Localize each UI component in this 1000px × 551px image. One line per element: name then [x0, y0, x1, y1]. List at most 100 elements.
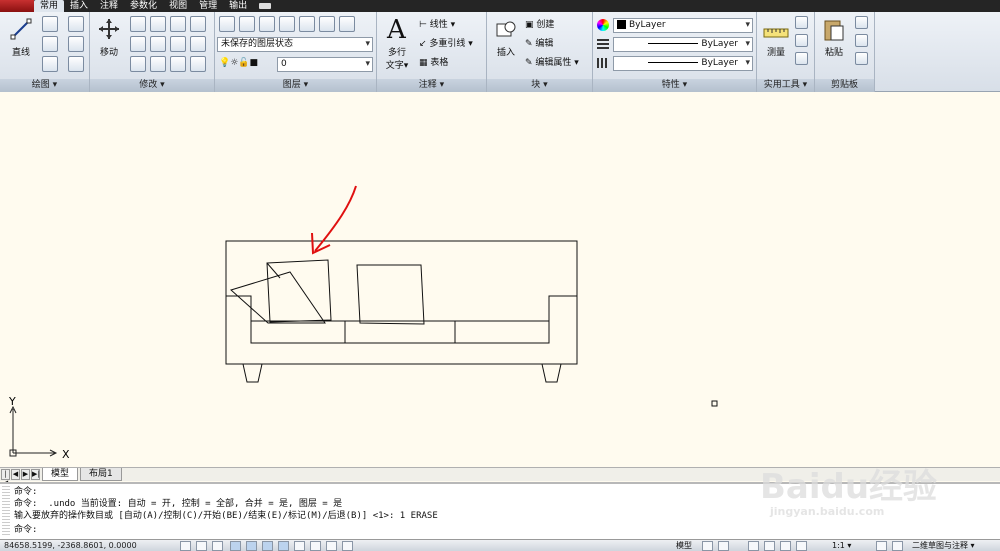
- tab-output[interactable]: 输出: [223, 0, 253, 12]
- paste-icon[interactable]: [823, 18, 845, 42]
- prev-tab-button[interactable]: ◀: [11, 469, 20, 480]
- match-properties-icon[interactable]: [855, 52, 868, 65]
- command-window-grip[interactable]: [2, 486, 10, 536]
- mtext-icon[interactable]: A: [387, 15, 406, 45]
- annotation-scale[interactable]: 1:1 ▾: [832, 540, 851, 551]
- arc-icon[interactable]: [42, 56, 58, 72]
- calculator-icon[interactable]: [795, 52, 808, 65]
- ribbon-minimize-icon[interactable]: [259, 3, 272, 9]
- tab-layout1[interactable]: 布局1: [80, 468, 122, 481]
- panel-annotation-title[interactable]: 注释 ▾: [377, 79, 486, 92]
- mirror-icon[interactable]: [130, 36, 146, 52]
- array-icon[interactable]: [170, 56, 186, 72]
- model-space-label[interactable]: 模型: [676, 540, 692, 551]
- tab-insert[interactable]: 插入: [64, 0, 94, 12]
- copy-icon[interactable]: [130, 16, 146, 32]
- object-snap-toggle[interactable]: [262, 541, 273, 551]
- tab-parametric[interactable]: 参数化: [124, 0, 163, 12]
- color-dropdown[interactable]: ByLayer: [613, 18, 753, 33]
- layer-freeze-icon[interactable]: [259, 16, 275, 32]
- steering-wheel-icon[interactable]: [780, 541, 791, 551]
- grid-display-toggle[interactable]: [212, 541, 223, 551]
- layer-lock-icon[interactable]: [279, 16, 295, 32]
- tab-model[interactable]: 模型: [42, 468, 79, 481]
- measure-label[interactable]: 测量: [759, 45, 793, 58]
- next-tab-button[interactable]: ▶: [21, 469, 30, 480]
- linear-dim-label[interactable]: ⊢ 线性 ▾: [419, 19, 455, 31]
- last-tab-button[interactable]: ▶|: [31, 469, 40, 480]
- current-layer-dropdown[interactable]: 0: [277, 57, 373, 72]
- tab-manage[interactable]: 管理: [193, 0, 223, 12]
- lineweight-dropdown[interactable]: ByLayer: [613, 37, 753, 52]
- first-tab-button[interactable]: |◀: [1, 469, 10, 487]
- dynamic-input-toggle[interactable]: [310, 541, 321, 551]
- table-label[interactable]: ▦ 表格: [419, 57, 448, 69]
- quick-properties-toggle[interactable]: [342, 541, 353, 551]
- cut-icon[interactable]: [855, 16, 868, 29]
- linetype-icon[interactable]: [597, 58, 609, 68]
- annotation-visibility-icon[interactable]: [876, 541, 887, 551]
- snap-mode-toggle[interactable]: [196, 541, 207, 551]
- offset-icon[interactable]: [190, 36, 206, 52]
- layer-walk-icon[interactable]: [339, 16, 355, 32]
- tab-home[interactable]: 常用: [34, 0, 65, 12]
- copy-clip-icon[interactable]: [855, 34, 868, 47]
- mtext-label-2[interactable]: 文字▾: [381, 58, 413, 71]
- circle-icon[interactable]: [42, 36, 58, 52]
- lineweight-icon[interactable]: [597, 39, 609, 49]
- layer-state-dropdown[interactable]: 未保存的图层状态: [217, 37, 373, 52]
- quick-select-icon[interactable]: [795, 16, 808, 29]
- quick-view-button[interactable]: [718, 541, 729, 551]
- panel-block-title[interactable]: 块 ▾: [487, 79, 592, 92]
- command-input[interactable]: 命令:: [14, 525, 37, 536]
- panel-layers-title[interactable]: 图层 ▾: [215, 79, 376, 92]
- panel-draw-title[interactable]: 绘图 ▾: [0, 79, 89, 92]
- lineweight-toggle[interactable]: [326, 541, 337, 551]
- ortho-mode-toggle[interactable]: [230, 541, 241, 551]
- layer-match-icon[interactable]: [299, 16, 315, 32]
- dynamic-ucs-toggle[interactable]: [294, 541, 305, 551]
- select-all-icon[interactable]: [795, 34, 808, 47]
- line-tool-icon[interactable]: [10, 18, 32, 40]
- tab-view[interactable]: 视图: [163, 0, 193, 12]
- layer-previous-icon[interactable]: [319, 16, 335, 32]
- panel-modify-title[interactable]: 修改 ▾: [90, 79, 214, 92]
- multileader-label[interactable]: ↙ 多重引线 ▾: [419, 38, 473, 50]
- polyline-icon[interactable]: [42, 16, 58, 32]
- tab-annotate[interactable]: 注释: [94, 0, 124, 12]
- object-snap-tracking-toggle[interactable]: [278, 541, 289, 551]
- rotate-icon[interactable]: [150, 16, 166, 32]
- layer-isolate-icon[interactable]: [239, 16, 255, 32]
- showmotion-icon[interactable]: [796, 541, 807, 551]
- edit-block-label[interactable]: ✎ 编辑: [525, 38, 553, 50]
- scale-icon[interactable]: [150, 56, 166, 72]
- explode-icon[interactable]: [170, 36, 186, 52]
- trim-icon[interactable]: [170, 16, 186, 32]
- infer-constraints-toggle[interactable]: [180, 541, 191, 551]
- edit-attr-label[interactable]: ✎ 编辑属性 ▾: [525, 57, 579, 69]
- zoom-icon[interactable]: [764, 541, 775, 551]
- polar-tracking-toggle[interactable]: [246, 541, 257, 551]
- color-wheel-icon[interactable]: [597, 19, 609, 31]
- panel-properties-title[interactable]: 特性 ▾: [593, 79, 756, 92]
- stretch-icon[interactable]: [130, 56, 146, 72]
- layout-view-button[interactable]: [702, 541, 713, 551]
- create-block-label[interactable]: ▣ 创建: [525, 19, 554, 31]
- break-icon[interactable]: [190, 56, 206, 72]
- hatch-icon[interactable]: [68, 56, 84, 72]
- panel-clipboard-title[interactable]: 剪贴板: [815, 79, 874, 92]
- drawing-canvas[interactable]: Y X: [0, 93, 1000, 467]
- application-menu-button[interactable]: [0, 0, 34, 12]
- paste-label[interactable]: 粘贴: [819, 45, 849, 58]
- layer-properties-icon[interactable]: [219, 16, 235, 32]
- pan-icon[interactable]: [748, 541, 759, 551]
- auto-scale-icon[interactable]: [892, 541, 903, 551]
- fillet-icon[interactable]: [150, 36, 166, 52]
- rectangle-icon[interactable]: [68, 36, 84, 52]
- workspace-switch[interactable]: 二维草图与注释 ▾: [912, 540, 975, 551]
- insert-block-icon[interactable]: [495, 18, 517, 40]
- panel-utilities-title[interactable]: 实用工具 ▾: [757, 79, 814, 92]
- move-icon[interactable]: [98, 18, 120, 40]
- linetype-dropdown[interactable]: ByLayer: [613, 56, 753, 71]
- erase-icon[interactable]: [190, 16, 206, 32]
